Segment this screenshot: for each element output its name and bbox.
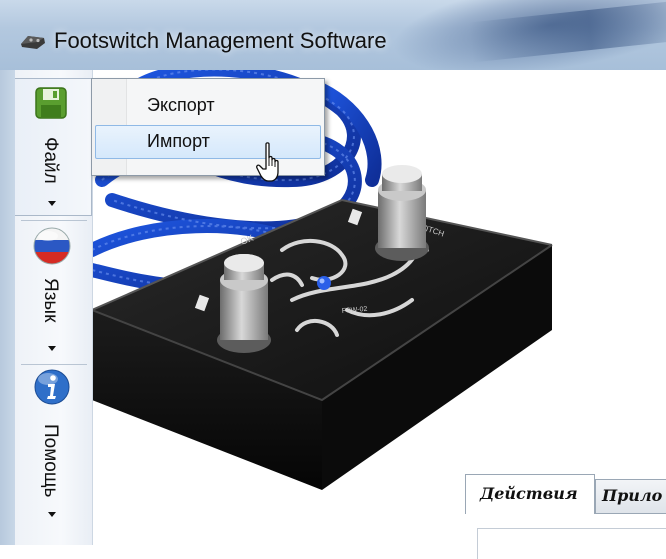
tab-panel <box>465 513 666 559</box>
chevron-down-icon <box>48 512 56 517</box>
tab-control: Прило Действия <box>465 474 666 559</box>
toolbar-separator <box>21 220 87 221</box>
chevron-down-icon <box>48 201 56 206</box>
toolbar-help-button[interactable]: Помощь <box>15 366 92 517</box>
window-frame <box>0 70 15 545</box>
info-icon <box>34 369 70 405</box>
russian-flag-icon <box>33 227 71 265</box>
window-title: Footswitch Management Software <box>54 28 387 53</box>
toolbar-file-label: Файл <box>40 137 61 184</box>
toolbar-file-button[interactable]: Файл <box>15 78 92 216</box>
tab-panel-content <box>477 528 666 559</box>
toolbar-language-label: Язык <box>40 278 61 323</box>
mouse-cursor-icon <box>256 142 279 182</box>
menu-item-export[interactable]: Экспорт <box>95 89 321 123</box>
tab-actions[interactable]: Действия <box>465 474 595 514</box>
tab-applications[interactable]: Прило <box>595 479 666 514</box>
menu-item-import[interactable]: Импорт <box>95 125 321 159</box>
file-dropdown-menu: Экспорт Импорт <box>91 78 325 176</box>
floppy-disk-icon <box>35 87 67 119</box>
toolbar-help-label: Помощь <box>40 424 61 498</box>
footswitch-app-icon <box>21 36 45 49</box>
title-bar[interactable]: Footswitch Management Software <box>0 0 666 70</box>
toolbar-language-button[interactable]: Язык <box>15 222 92 362</box>
chevron-down-icon <box>48 346 56 351</box>
toolbar-separator <box>21 364 87 365</box>
vertical-toolbar: Файл Язык Помощь <box>15 70 93 545</box>
